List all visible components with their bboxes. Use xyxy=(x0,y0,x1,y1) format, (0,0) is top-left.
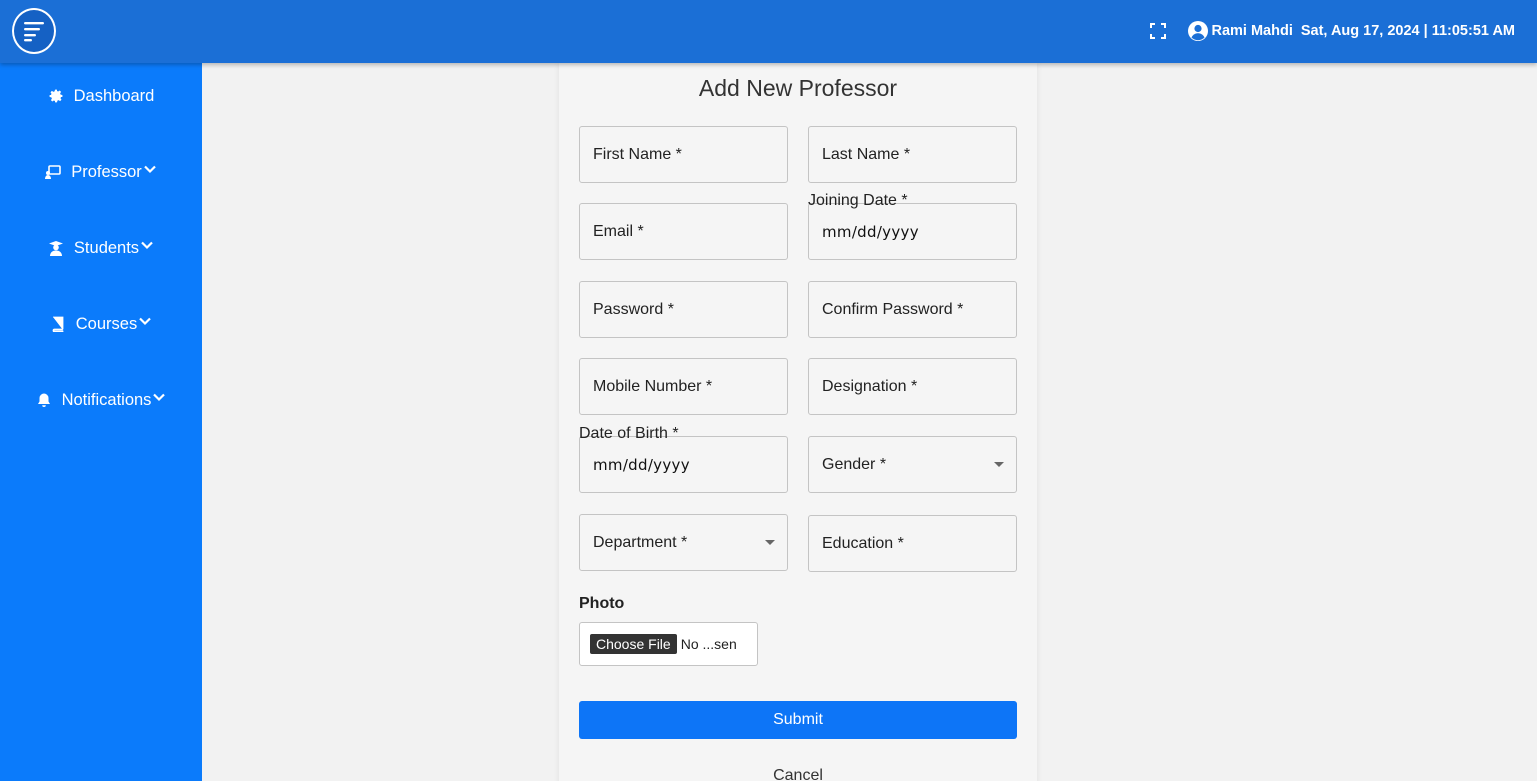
password-placeholder: Password * xyxy=(593,300,674,318)
dropdown-arrow-icon xyxy=(765,540,775,545)
dob-placeholder: mm/dd/yyyy xyxy=(593,455,690,474)
chevron-down-icon xyxy=(139,317,151,326)
choose-file-button[interactable]: Choose File xyxy=(590,634,677,654)
department-select[interactable]: Department * xyxy=(579,514,788,571)
add-professor-form: Add New Professor First Name * Last Name… xyxy=(559,63,1037,781)
sidebar-item-label: Dashboard xyxy=(73,86,155,105)
chalkboard-teacher-icon xyxy=(45,165,61,179)
fullscreen-icon[interactable] xyxy=(1150,23,1166,39)
last-name-field[interactable]: Last Name * xyxy=(808,126,1017,183)
graduate-icon xyxy=(48,241,63,256)
gender-placeholder: Gender * xyxy=(822,455,887,473)
dob-label: Date of Birth * xyxy=(579,425,679,442)
sidebar-item-courses[interactable]: Courses xyxy=(0,304,202,344)
photo-label: Photo xyxy=(579,595,625,612)
sidebar-item-students[interactable]: Students xyxy=(0,228,202,268)
joining-date-label: Joining Date * xyxy=(808,192,908,209)
sidebar-item-dashboard[interactable]: Dashboard xyxy=(0,76,202,116)
mobile-number-placeholder: Mobile Number * xyxy=(593,377,713,395)
confirm-password-field[interactable]: Confirm Password * xyxy=(808,281,1017,338)
joining-date-field[interactable]: mm/dd/yyyy xyxy=(808,203,1017,260)
sidebar-item-label: Notifications xyxy=(61,390,152,409)
mobile-number-field[interactable]: Mobile Number * xyxy=(579,358,788,415)
page-title: Add New Professor xyxy=(698,75,898,101)
email-placeholder: Email * xyxy=(593,222,644,240)
photo-file-input[interactable]: Choose File No ...sen xyxy=(579,622,758,666)
chevron-down-icon xyxy=(141,241,153,250)
confirm-password-placeholder: Confirm Password * xyxy=(822,300,964,318)
education-field[interactable]: Education * xyxy=(808,515,1017,572)
joining-date-placeholder: mm/dd/yyyy xyxy=(822,222,919,241)
department-placeholder: Department * xyxy=(593,533,688,551)
sidebar-item-professor[interactable]: Professor xyxy=(0,152,202,192)
last-name-placeholder: Last Name * xyxy=(822,145,911,163)
sidebar-item-label: Students xyxy=(73,238,140,257)
sidebar-item-label: Courses xyxy=(75,314,138,333)
dob-field[interactable]: mm/dd/yyyy xyxy=(579,436,788,493)
sidebar-item-notifications[interactable]: Notifications xyxy=(0,380,202,420)
user-avatar-icon[interactable] xyxy=(1187,20,1209,42)
submit-button[interactable]: Submit xyxy=(579,701,1017,739)
hamburger-icon xyxy=(24,22,44,42)
designation-placeholder: Designation * xyxy=(822,377,918,395)
email-field[interactable]: Email * xyxy=(579,203,788,260)
first-name-field[interactable]: First Name * xyxy=(579,126,788,183)
datetime: Sat, Aug 17, 2024 | 11:05:51 AM xyxy=(1300,23,1515,39)
bell-icon xyxy=(37,393,50,407)
sidebar: Dashboard Professor Students Courses Not… xyxy=(0,63,202,781)
user-info: Rami Mahdi Sat, Aug 17, 2024 | 11:05:51 … xyxy=(1187,19,1515,43)
chevron-down-icon xyxy=(144,165,156,174)
gear-icon xyxy=(49,89,63,103)
sidebar-item-label: Professor xyxy=(71,162,142,181)
first-name-placeholder: First Name * xyxy=(593,145,682,163)
cancel-button[interactable]: Cancel xyxy=(559,767,1037,781)
password-field[interactable]: Password * xyxy=(579,281,788,338)
education-placeholder: Education * xyxy=(822,534,904,552)
menu-toggle-button[interactable] xyxy=(12,8,56,54)
gender-select[interactable]: Gender * xyxy=(808,436,1017,493)
book-icon xyxy=(52,316,64,332)
dropdown-arrow-icon xyxy=(994,462,1004,467)
chevron-down-icon xyxy=(153,393,166,402)
top-header: Rami Mahdi Sat, Aug 17, 2024 | 11:05:51 … xyxy=(0,0,1537,63)
file-status: No ...sen xyxy=(680,636,737,652)
designation-field[interactable]: Designation * xyxy=(808,358,1017,415)
username[interactable]: Rami Mahdi xyxy=(1211,23,1292,39)
